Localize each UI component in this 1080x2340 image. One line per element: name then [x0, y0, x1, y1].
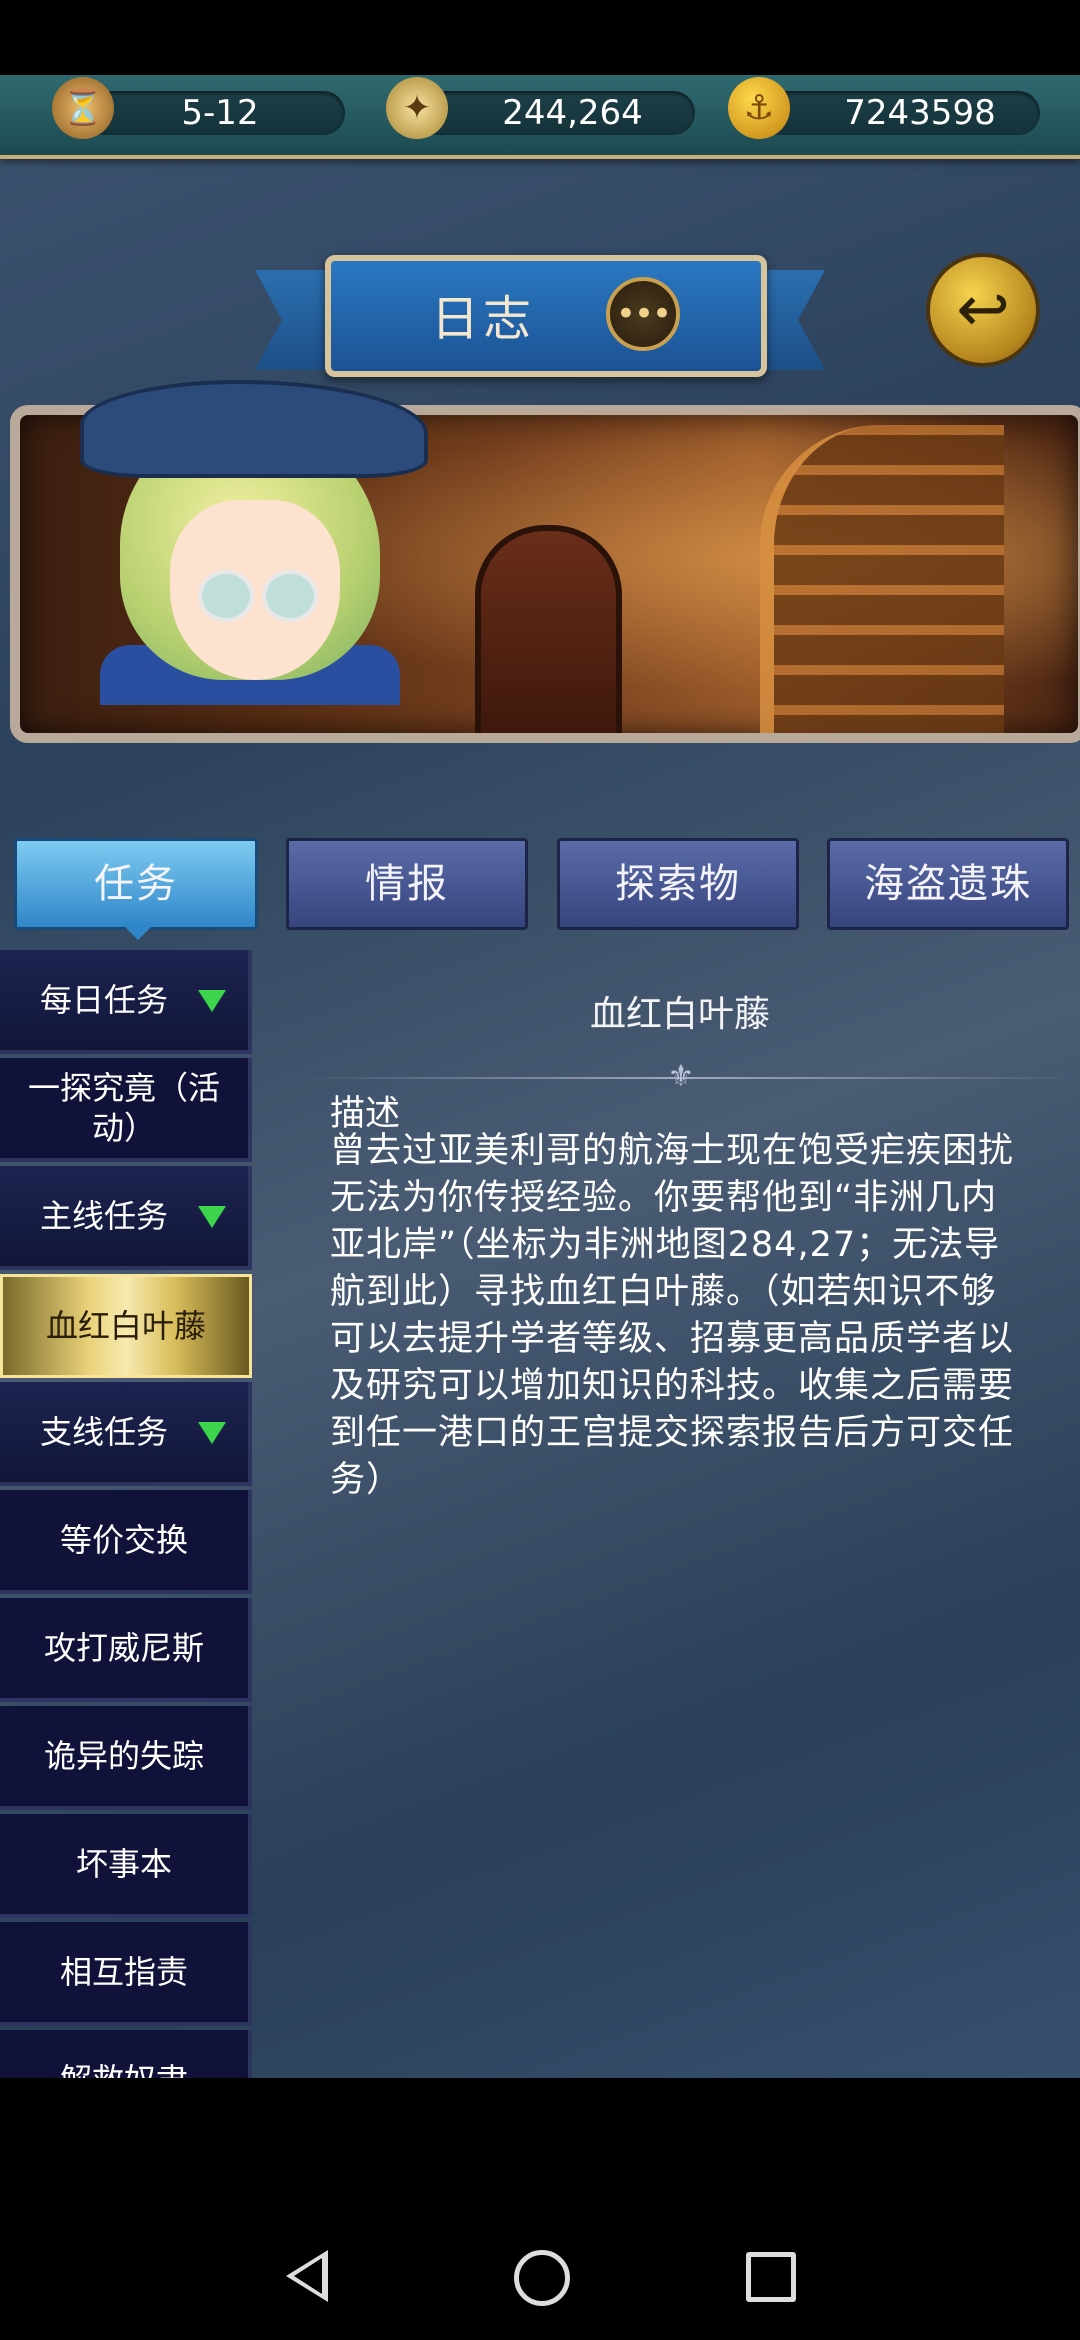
quest-title: 血红白叶藤: [589, 994, 770, 1035]
nav-recents-icon[interactable]: [746, 2252, 796, 2302]
expand-triangle-icon: [198, 1206, 226, 1228]
quest-label: 血红白叶藤: [45, 1307, 206, 1345]
quest-label: 相互指责: [59, 1953, 188, 1991]
quest-item[interactable]: 解救奴隶: [0, 2030, 252, 2078]
chat-bubble-icon[interactable]: •••: [606, 277, 680, 351]
quest-label: 诡异的失踪: [43, 1737, 204, 1775]
quest-item[interactable]: 诡异的失踪: [0, 1706, 252, 1810]
category-label: 支线任务: [39, 1413, 168, 1451]
compass-resource: 244,264: [410, 91, 695, 135]
active-tab-pointer: [122, 924, 154, 940]
back-arrow-icon: ↩: [956, 273, 1010, 347]
category-daily-tasks[interactable]: 每日任务: [0, 950, 252, 1054]
nav-home-icon[interactable]: [514, 2250, 570, 2306]
journal-screen: 5-12 ⏳ 244,264 ✦ 7243598 ⚓ 日志 ••• ↩ 任务 情…: [0, 75, 1080, 2078]
stairs-illustration: [760, 425, 1004, 733]
character-portrait: [60, 360, 428, 705]
compass-icon: ✦: [386, 77, 448, 139]
date-value: 5-12: [181, 93, 259, 133]
quest-item[interactable]: 坏事本: [0, 1814, 252, 1918]
category-main-quests[interactable]: 主线任务: [0, 1166, 252, 1270]
hourglass-icon: ⏳: [52, 77, 114, 139]
anchor-coin-icon[interactable]: ⚓: [728, 77, 790, 139]
tab-intel[interactable]: 情报: [286, 838, 528, 930]
quest-item-selected[interactable]: 血红白叶藤: [0, 1274, 252, 1378]
title-banner: 日志 •••: [325, 255, 767, 377]
expand-triangle-icon: [198, 990, 226, 1012]
gold-value: 7243598: [844, 93, 996, 133]
nav-back-icon[interactable]: [286, 2250, 328, 2302]
quest-label: 等价交换: [59, 1521, 188, 1559]
date-display: 5-12: [80, 91, 345, 135]
back-button[interactable]: ↩: [926, 253, 1040, 367]
tab-discoveries[interactable]: 探索物: [557, 838, 799, 930]
description-text: 曾去过亚美利哥的航海士现在饱受疟疾困扰无法为你传授经验。你要帮他到“非洲几内亚北…: [330, 1131, 1015, 1500]
page-title: 日志: [431, 291, 536, 347]
resource-bar: 5-12 ⏳ 244,264 ✦ 7243598 ⚓: [0, 75, 1080, 159]
gold-resource: 7243598: [750, 91, 1040, 135]
system-nav-bar: [0, 2190, 1080, 2340]
quest-label: 坏事本: [75, 1845, 172, 1883]
expand-triangle-icon: [198, 1422, 226, 1444]
quest-label: 攻打威尼斯: [43, 1629, 204, 1667]
category-label: 每日任务: [39, 981, 168, 1019]
category-side-quests[interactable]: 支线任务: [0, 1382, 252, 1486]
door-illustration: [475, 525, 622, 733]
compass-value: 244,264: [502, 93, 643, 133]
fleur-ornament-icon: ⚜: [667, 1059, 695, 1094]
quest-sidebar: 每日任务 一探究竟（活动） 主线任务 血红白叶藤 支线任务 等价交换 攻打威尼斯…: [0, 950, 255, 2078]
category-label: 主线任务: [39, 1197, 168, 1235]
quest-label: 解救奴隶: [60, 2060, 188, 2078]
quest-label: 一探究竟（活动）: [27, 1069, 220, 1147]
quest-item-investigate[interactable]: 一探究竟（活动）: [0, 1058, 252, 1162]
tab-pirate-treasure[interactable]: 海盗遗珠: [827, 838, 1069, 930]
quest-item[interactable]: 等价交换: [0, 1490, 252, 1594]
quest-item[interactable]: 相互指责: [0, 1922, 252, 2026]
quest-item[interactable]: 攻打威尼斯: [0, 1598, 252, 1702]
tab-tasks[interactable]: 任务: [14, 838, 258, 930]
